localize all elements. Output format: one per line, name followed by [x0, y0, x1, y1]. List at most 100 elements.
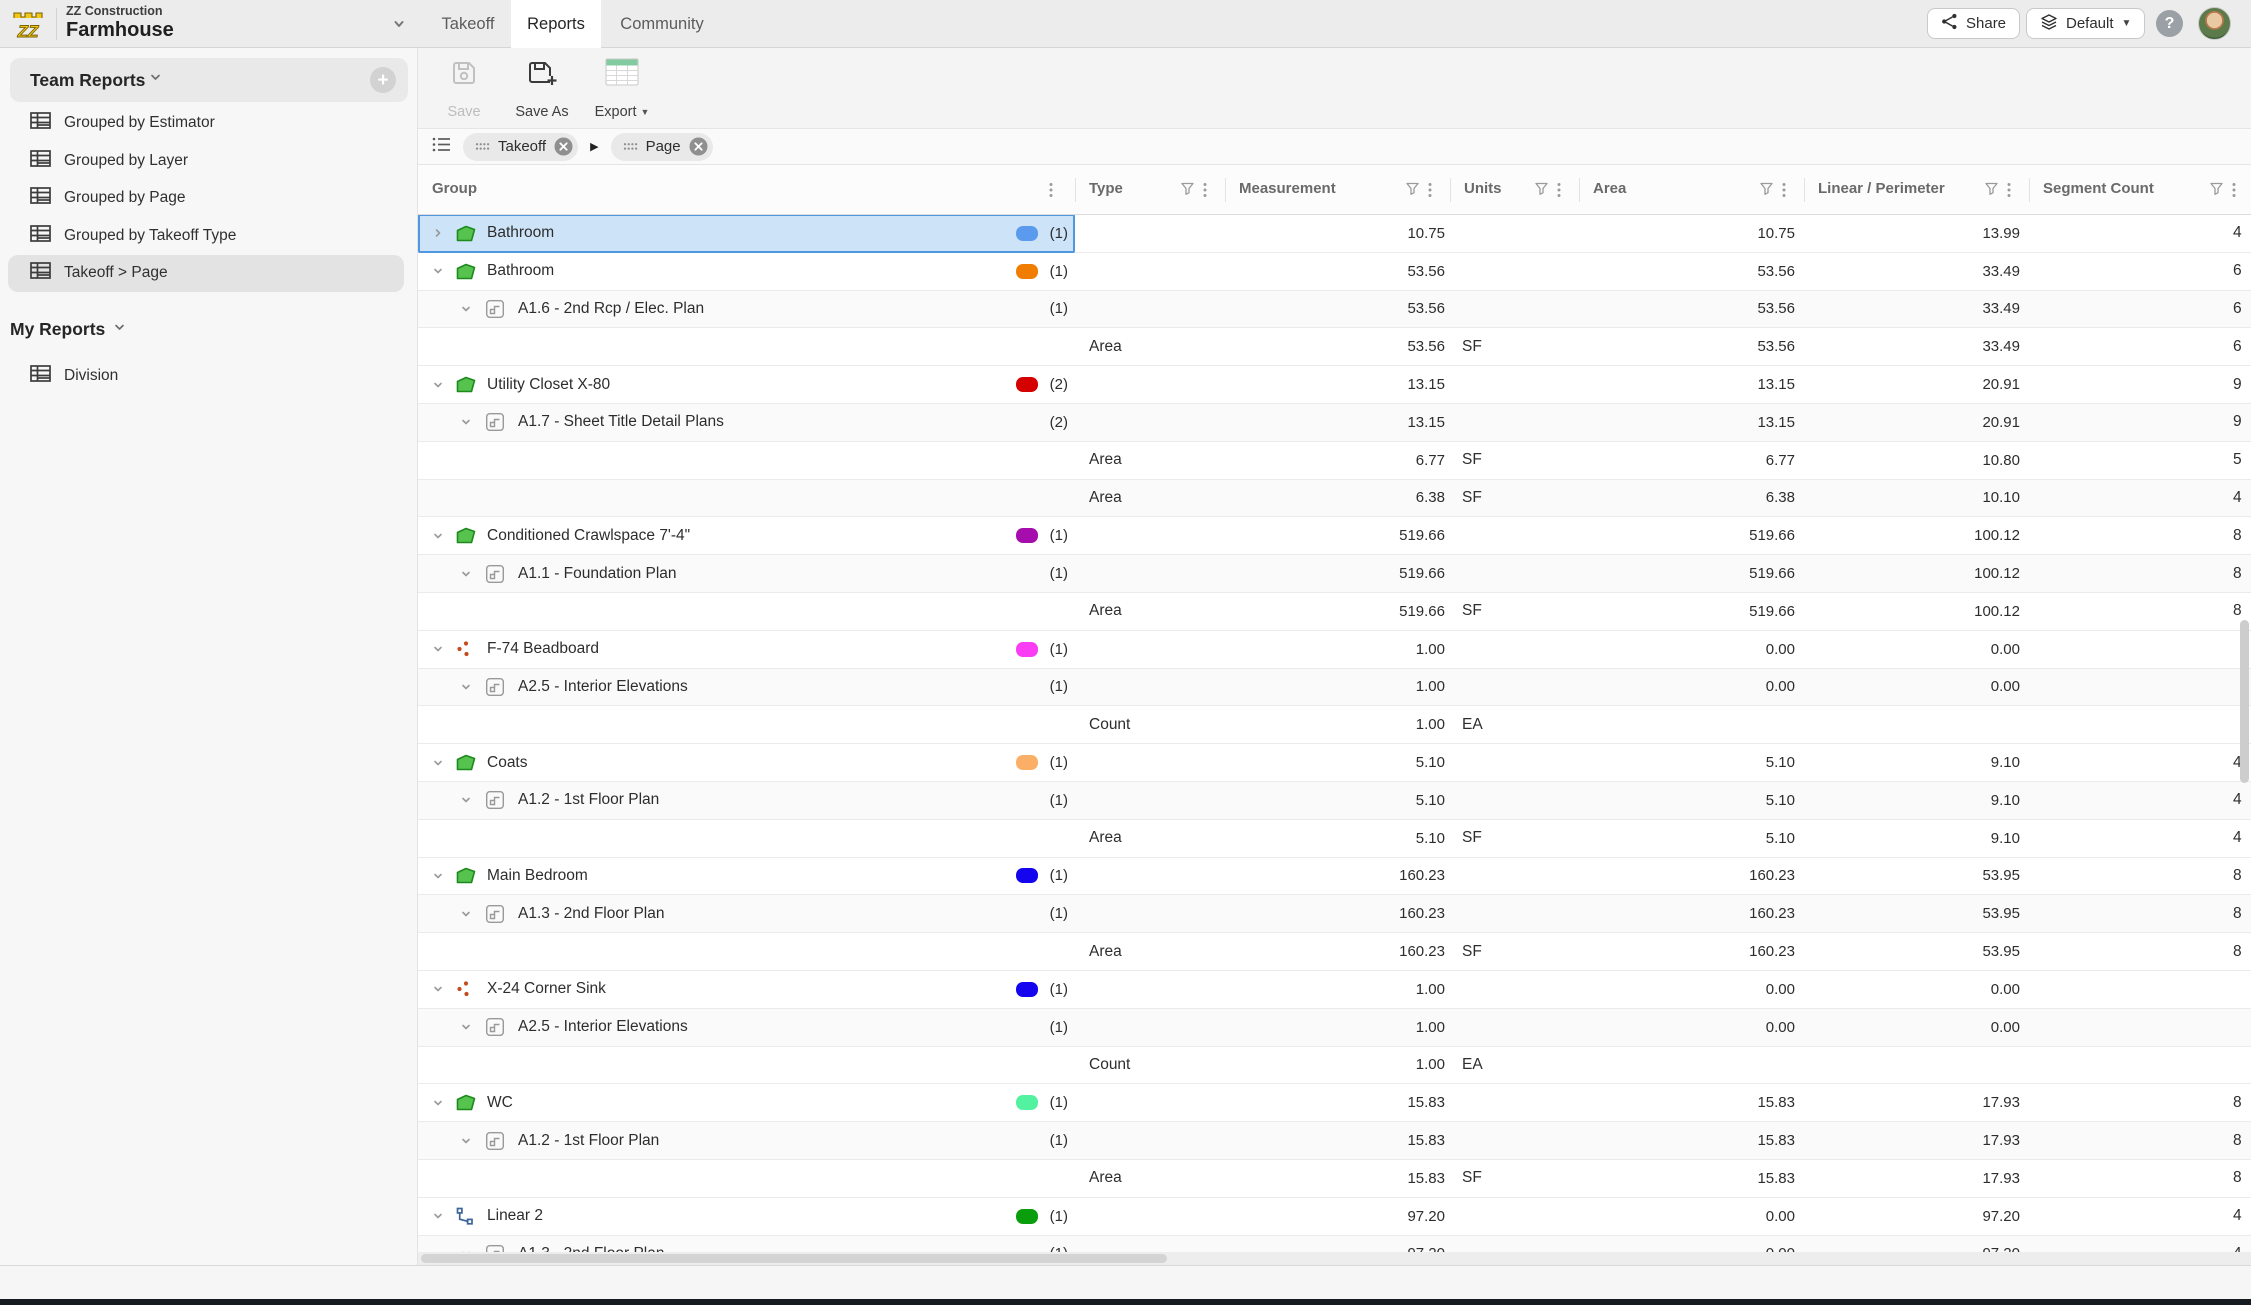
app-logo-icon: ZZ — [8, 4, 48, 44]
table-row[interactable]: Area6.38SF6.3810.104 — [418, 480, 2251, 518]
linear-perimeter-value: 10.10 — [1850, 480, 2020, 517]
filter-icon[interactable] — [2210, 182, 2223, 200]
filter-icon[interactable] — [1535, 182, 1548, 200]
filter-icon[interactable] — [1760, 182, 1773, 200]
table-row[interactable]: F-74 Beadboard(1)1.000.000.00 — [418, 631, 2251, 669]
expand-chevron-icon[interactable] — [460, 404, 472, 441]
linear-perimeter-value: 17.93 — [1850, 1084, 2020, 1121]
expand-chevron-icon[interactable] — [460, 555, 472, 592]
tab-takeoff[interactable]: Takeoff — [425, 0, 511, 48]
horizontal-scrollbar-thumb[interactable] — [421, 1254, 1167, 1263]
grouping-chip-takeoff[interactable]: Takeoff — [463, 133, 578, 161]
table-row[interactable]: A1.6 - 2nd Rcp / Elec. Plan(1)53.5653.56… — [418, 291, 2251, 329]
table-row[interactable]: Area5.10SF5.109.104 — [418, 820, 2251, 858]
sidebar-item-grouped-by-takeoff-type[interactable]: Grouped by Takeoff Type — [0, 217, 418, 255]
chip-remove-icon[interactable] — [689, 137, 708, 156]
table-row[interactable]: Area519.66SF519.66100.128 — [418, 593, 2251, 631]
expand-chevron-icon[interactable] — [432, 253, 444, 290]
expand-chevron-icon[interactable] — [460, 669, 472, 706]
table-row[interactable]: Utility Closet X-80(2)13.1513.1520.919 — [418, 366, 2251, 404]
table-row[interactable]: Conditioned Crawlspace 7'-4"(1)519.66519… — [418, 517, 2251, 555]
area-value: 160.23 — [1625, 895, 1795, 932]
grouping-chip-page[interactable]: Page — [611, 133, 713, 161]
table-row[interactable]: Coats(1)5.105.109.104 — [418, 744, 2251, 782]
area-takeoff-icon — [455, 858, 477, 895]
filter-icon[interactable] — [1985, 182, 1998, 200]
area-takeoff-icon — [455, 253, 477, 290]
add-report-button[interactable]: + — [370, 67, 396, 93]
expand-chevron-icon[interactable] — [460, 782, 472, 819]
table-row[interactable]: Area160.23SF160.2353.958 — [418, 933, 2251, 971]
expand-chevron-icon[interactable] — [460, 895, 472, 932]
horizontal-scrollbar[interactable] — [418, 1252, 2251, 1265]
table-row[interactable]: Area53.56SF53.5633.496 — [418, 328, 2251, 366]
column-header-units: Units — [1464, 180, 1502, 197]
column-menu-icon[interactable] — [1782, 182, 1786, 203]
column-menu-icon[interactable] — [1428, 182, 1432, 203]
table-row[interactable]: A1.2 - 1st Floor Plan(1)15.8315.8317.938 — [418, 1122, 2251, 1160]
table-row[interactable]: Main Bedroom(1)160.23160.2353.958 — [418, 858, 2251, 896]
filter-icon[interactable] — [1181, 182, 1194, 200]
tab-community[interactable]: Community — [601, 0, 723, 48]
view-selector-button[interactable]: Default ▼ — [2026, 8, 2145, 39]
takeoff-count: (1) — [958, 782, 1068, 819]
expand-chevron-icon[interactable] — [432, 1084, 444, 1121]
table-row[interactable]: A2.5 - Interior Elevations(1)1.000.000.0… — [418, 669, 2251, 707]
help-button[interactable]: ? — [2156, 10, 2183, 37]
table-row[interactable]: Count1.00EA — [418, 706, 2251, 744]
team-reports-header[interactable]: Team Reports + — [10, 58, 408, 102]
table-row[interactable]: Count1.00EA — [418, 1047, 2251, 1085]
expand-chevron-icon[interactable] — [432, 215, 444, 252]
table-row[interactable]: Bathroom(1)53.5653.5633.496 — [418, 253, 2251, 291]
sidebar-item-division[interactable]: Division — [0, 357, 418, 395]
my-reports-header[interactable]: My Reports — [10, 319, 126, 340]
table-row[interactable]: X-24 Corner Sink(1)1.000.000.00 — [418, 971, 2251, 1009]
chip-remove-icon[interactable] — [554, 137, 573, 156]
save-button[interactable]: Save — [432, 58, 496, 120]
expand-chevron-icon[interactable] — [460, 1009, 472, 1046]
vertical-scrollbar[interactable] — [2240, 620, 2249, 783]
column-menu-icon[interactable] — [1557, 182, 1561, 203]
user-avatar[interactable] — [2198, 7, 2231, 40]
expand-chevron-icon[interactable] — [432, 1198, 444, 1235]
table-row[interactable]: WC(1)15.8315.8317.938 — [418, 1084, 2251, 1122]
share-button[interactable]: Share — [1927, 8, 2020, 39]
expand-chevron-icon[interactable] — [432, 366, 444, 403]
column-menu-icon[interactable] — [1049, 182, 1053, 203]
sidebar-item-grouped-by-layer[interactable]: Grouped by Layer — [0, 142, 418, 180]
sidebar-item-takeoff-page[interactable]: Takeoff > Page — [8, 255, 404, 293]
table-row[interactable]: A1.7 - Sheet Title Detail Plans(2)13.151… — [418, 404, 2251, 442]
expand-chevron-icon[interactable] — [432, 517, 444, 554]
table-row[interactable]: Area15.83SF15.8317.938 — [418, 1160, 2251, 1198]
measurement-value: 5.10 — [1275, 820, 1445, 857]
expand-chevron-icon[interactable] — [432, 858, 444, 895]
project-name: Farmhouse — [66, 19, 386, 42]
tab-reports[interactable]: Reports — [511, 0, 601, 48]
table-row[interactable]: A1.2 - 1st Floor Plan(1)5.105.109.104 — [418, 782, 2251, 820]
measurement-value: 6.38 — [1275, 480, 1445, 517]
expand-chevron-icon[interactable] — [460, 1122, 472, 1159]
save-as-button[interactable]: Save As — [510, 58, 574, 120]
page-name: A1.2 - 1st Floor Plan — [518, 1122, 659, 1159]
filter-icon[interactable] — [1406, 182, 1419, 200]
column-menu-icon[interactable] — [2007, 182, 2011, 203]
export-button[interactable]: Export▼ — [590, 58, 654, 120]
table-row[interactable]: A1.1 - Foundation Plan(1)519.66519.66100… — [418, 555, 2251, 593]
expand-chevron-icon[interactable] — [432, 744, 444, 781]
table-row[interactable]: Area6.77SF6.7710.805 — [418, 442, 2251, 480]
expand-chevron-icon[interactable] — [432, 631, 444, 668]
expand-chevron-icon[interactable] — [460, 291, 472, 328]
table-row[interactable]: A2.5 - Interior Elevations(1)1.000.000.0… — [418, 1009, 2251, 1047]
sidebar-item-grouped-by-estimator[interactable]: Grouped by Estimator — [0, 105, 418, 143]
project-switcher-chevron-icon[interactable] — [392, 17, 406, 36]
expand-chevron-icon[interactable] — [432, 971, 444, 1008]
column-menu-icon[interactable] — [2232, 182, 2236, 203]
sidebar-item-grouped-by-page[interactable]: Grouped by Page — [0, 180, 418, 218]
table-row[interactable]: A1.3 - 2nd Floor Plan(1)160.23160.2353.9… — [418, 895, 2251, 933]
segment-count-value: 8 — [2233, 517, 2242, 554]
column-menu-icon[interactable] — [1203, 182, 1207, 203]
table-row[interactable]: Bathroom(1)10.7510.7513.994 — [418, 215, 2251, 253]
group-name: WC — [487, 1084, 513, 1121]
measurement-value: 15.83 — [1275, 1084, 1445, 1121]
table-row[interactable]: Linear 2(1)97.200.0097.204 — [418, 1198, 2251, 1236]
